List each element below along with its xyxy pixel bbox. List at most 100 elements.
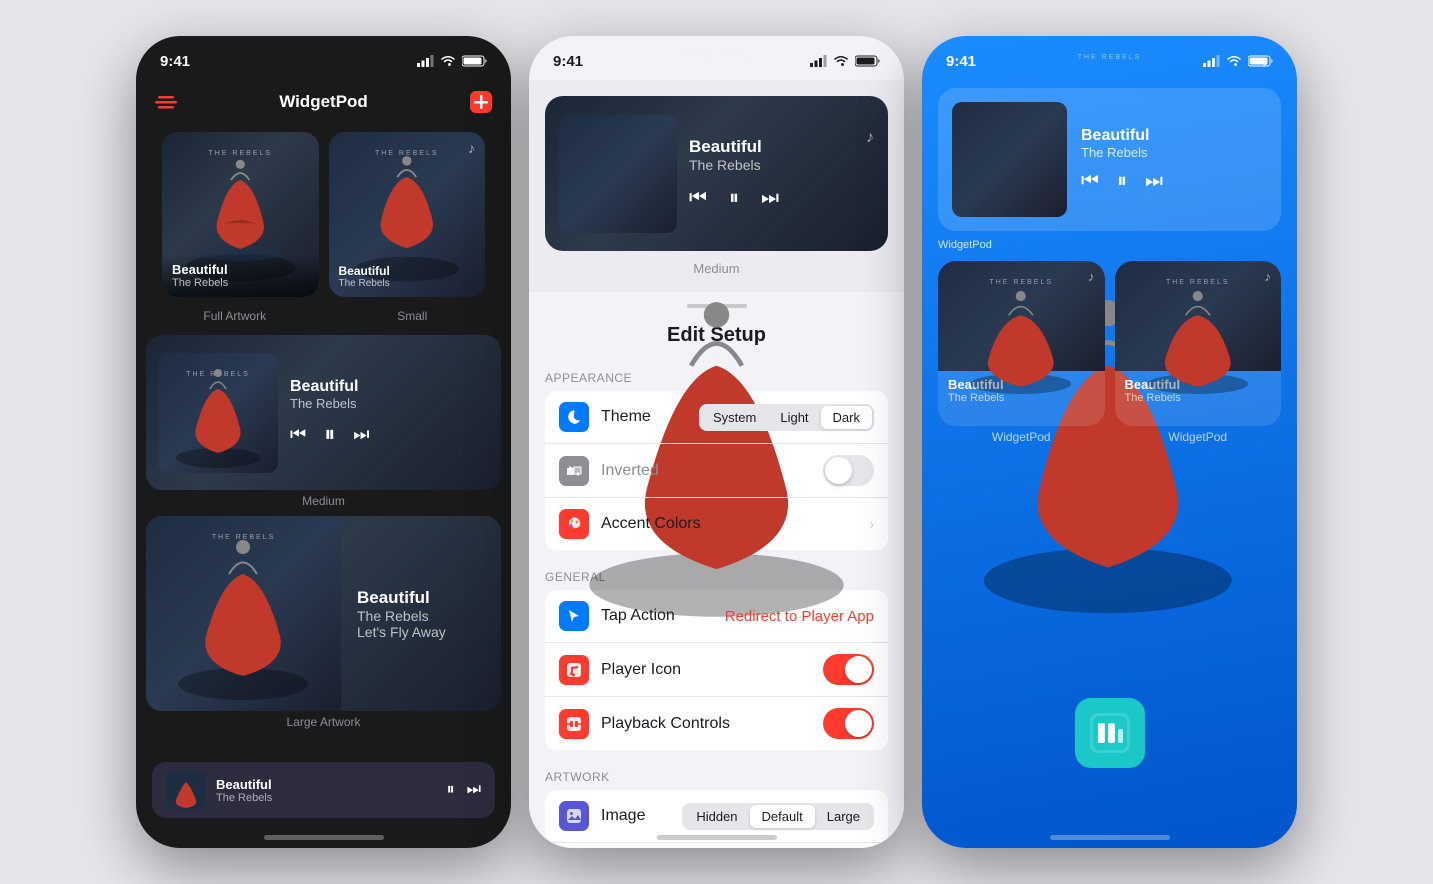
- playback-controls-knob: [845, 710, 872, 737]
- menu-icon[interactable]: [152, 88, 180, 116]
- music-icon: [565, 661, 583, 679]
- rewind-btn[interactable]: ⏮: [290, 424, 306, 445]
- pause-btn[interactable]: ⏸: [324, 421, 335, 447]
- add-button[interactable]: [467, 88, 495, 116]
- label-full-artwork: Full Artwork: [146, 305, 324, 331]
- widget-large-artwork[interactable]: THE REBELS Beautiful The Rebels Let's Fl…: [146, 516, 501, 711]
- medium-artwork-illustration: [158, 353, 278, 473]
- playback-controls-row[interactable]: Playback Controls: [545, 697, 888, 750]
- large-song: Beautiful: [357, 588, 485, 608]
- seg-large[interactable]: Large: [815, 805, 872, 828]
- widget-labels-row1: Full Artwork Small: [146, 305, 501, 331]
- blue-small-artwork-1: THE REBELS: [938, 261, 1105, 371]
- widget-full-song: Beautiful: [172, 262, 309, 277]
- seg-dark[interactable]: Dark: [821, 406, 872, 429]
- mini-text: Beautiful The Rebels: [216, 777, 437, 804]
- accent-colors-label: Accent Colors: [601, 515, 863, 533]
- player-icon-row[interactable]: Player Icon: [545, 643, 888, 697]
- inverted-toggle[interactable]: [823, 455, 874, 486]
- large-artwork: THE REBELS: [146, 516, 341, 711]
- phone-settings: 9:41 THE REBELS: [529, 36, 904, 848]
- tap-action-row[interactable]: Tap Action Redirect to Player App: [545, 590, 888, 643]
- plus-icon: [470, 91, 492, 113]
- widgets-container: THE REBELS Beautiful The Rebels: [136, 124, 511, 737]
- blue-widget-card-2[interactable]: THE REBELS ♪ Beautiful The Rebels: [1115, 261, 1282, 426]
- playback-controls-label: Playback Controls: [601, 715, 823, 733]
- appearance-group: Theme System Light Dark Inverte: [545, 391, 888, 550]
- large-artwork-illustration: [146, 516, 341, 711]
- inverted-row[interactable]: Inverted: [545, 444, 888, 498]
- blue-widget-card-1[interactable]: THE REBELS ♪ Beautiful The Rebels: [938, 261, 1105, 426]
- blue-small-music-2: ♪: [1265, 269, 1272, 284]
- preview-artist: The Rebels: [689, 157, 874, 173]
- theme-seg-control[interactable]: System Light Dark: [699, 404, 874, 431]
- widget-full-artwork[interactable]: THE REBELS Beautiful The Rebels: [162, 132, 319, 297]
- preview-info: ♪ Beautiful The Rebels ⏮ ⏸ ⏭: [689, 137, 874, 210]
- tap-action-value: Redirect to Player App: [725, 608, 874, 625]
- player-icon-label: Player Icon: [601, 661, 823, 679]
- widget-small[interactable]: THE REBELS ♪ Beautiful The Rebels: [329, 132, 486, 297]
- mini-artist: The Rebels: [216, 792, 437, 804]
- status-icons: [417, 55, 487, 67]
- seg-hidden[interactable]: Hidden: [684, 805, 749, 828]
- preview-music-icon: ♪: [866, 129, 874, 147]
- preview-controls: ⏮ ⏸ ⏭: [689, 187, 874, 210]
- seg-default[interactable]: Default: [750, 805, 815, 828]
- theme-row[interactable]: Theme System Light Dark: [545, 391, 888, 444]
- label-small: Small: [324, 305, 502, 331]
- medium-song: Beautiful: [290, 378, 489, 396]
- large-info: Beautiful The Rebels Let's Fly Away: [341, 572, 501, 656]
- preview-forward[interactable]: ⏭: [761, 187, 779, 210]
- app-icon[interactable]: [1075, 698, 1145, 768]
- mini-player[interactable]: Beautiful The Rebels ⏸ ⏭: [152, 762, 495, 818]
- label-medium: Medium: [146, 490, 501, 516]
- home-indicator-3: [1050, 835, 1170, 840]
- cursor-icon: [565, 607, 583, 625]
- signal-icon: [417, 55, 434, 67]
- app-icon-area: [1075, 698, 1145, 768]
- hamburger-icon: [155, 94, 177, 110]
- mini-forward[interactable]: ⏭: [467, 781, 481, 799]
- grayscale-row[interactable]: Grayscale: [545, 843, 888, 848]
- arrows-icon: [565, 462, 583, 480]
- mini-controls: ⏸ ⏭: [447, 781, 481, 799]
- blue-small-ill-2: [1115, 261, 1282, 426]
- medium-controls: ⏮ ⏸ ⏭: [290, 421, 489, 447]
- playback-controls-toggle[interactable]: [823, 708, 874, 739]
- playback-icon: [559, 709, 589, 739]
- tap-action-label: Tap Action: [601, 607, 725, 625]
- small-song: Beautiful: [339, 264, 476, 278]
- home-indicator-2: [657, 835, 777, 840]
- widget-full-artist: The Rebels: [172, 277, 309, 289]
- app-icon-svg: [1090, 713, 1130, 753]
- blue-music-icon: ♪: [1262, 54, 1270, 71]
- widget-medium[interactable]: THE REBELS Beautiful The Rebels ⏮ ⏸ ⏭: [146, 335, 501, 490]
- mini-artwork: [166, 770, 206, 810]
- player-icon-toggle[interactable]: [823, 654, 874, 685]
- seg-system[interactable]: System: [701, 406, 768, 429]
- seg-light[interactable]: Light: [768, 406, 820, 429]
- preview-pause[interactable]: ⏸: [729, 187, 739, 210]
- general-group: Tap Action Redirect to Player App Player…: [545, 590, 888, 750]
- mini-song: Beautiful: [216, 777, 437, 792]
- medium-info: Beautiful The Rebels ⏮ ⏸ ⏭: [290, 378, 489, 447]
- mini-pause[interactable]: ⏸: [447, 781, 455, 799]
- blue-main-artwork: THE REBELS: [952, 102, 1067, 217]
- blue-main-widget[interactable]: THE REBELS ♪ Beautiful The Rebels ⏮ ⏸ ⏭: [938, 88, 1281, 231]
- accent-icon: [559, 509, 589, 539]
- status-bar-dark: 9:41: [136, 36, 511, 80]
- tap-action-icon: [559, 601, 589, 631]
- blue-small-artwork-2: THE REBELS: [1115, 261, 1282, 371]
- player-icon-knob: [845, 656, 872, 683]
- accent-colors-row[interactable]: Accent Colors ›: [545, 498, 888, 550]
- battery-icon: [462, 55, 487, 67]
- phone-dark: 9:41: [136, 36, 511, 848]
- forward-btn[interactable]: ⏭: [353, 424, 369, 445]
- label-large-artwork: Large Artwork: [146, 711, 501, 737]
- image-seg-control[interactable]: Hidden Default Large: [682, 803, 874, 830]
- mini-thumb: [166, 770, 206, 810]
- preview-rewind[interactable]: ⏮: [689, 187, 707, 210]
- medium-artist: The Rebels: [290, 396, 489, 411]
- theme-icon: [559, 402, 589, 432]
- widgets-grid: THE REBELS Beautiful The Rebels: [146, 124, 501, 305]
